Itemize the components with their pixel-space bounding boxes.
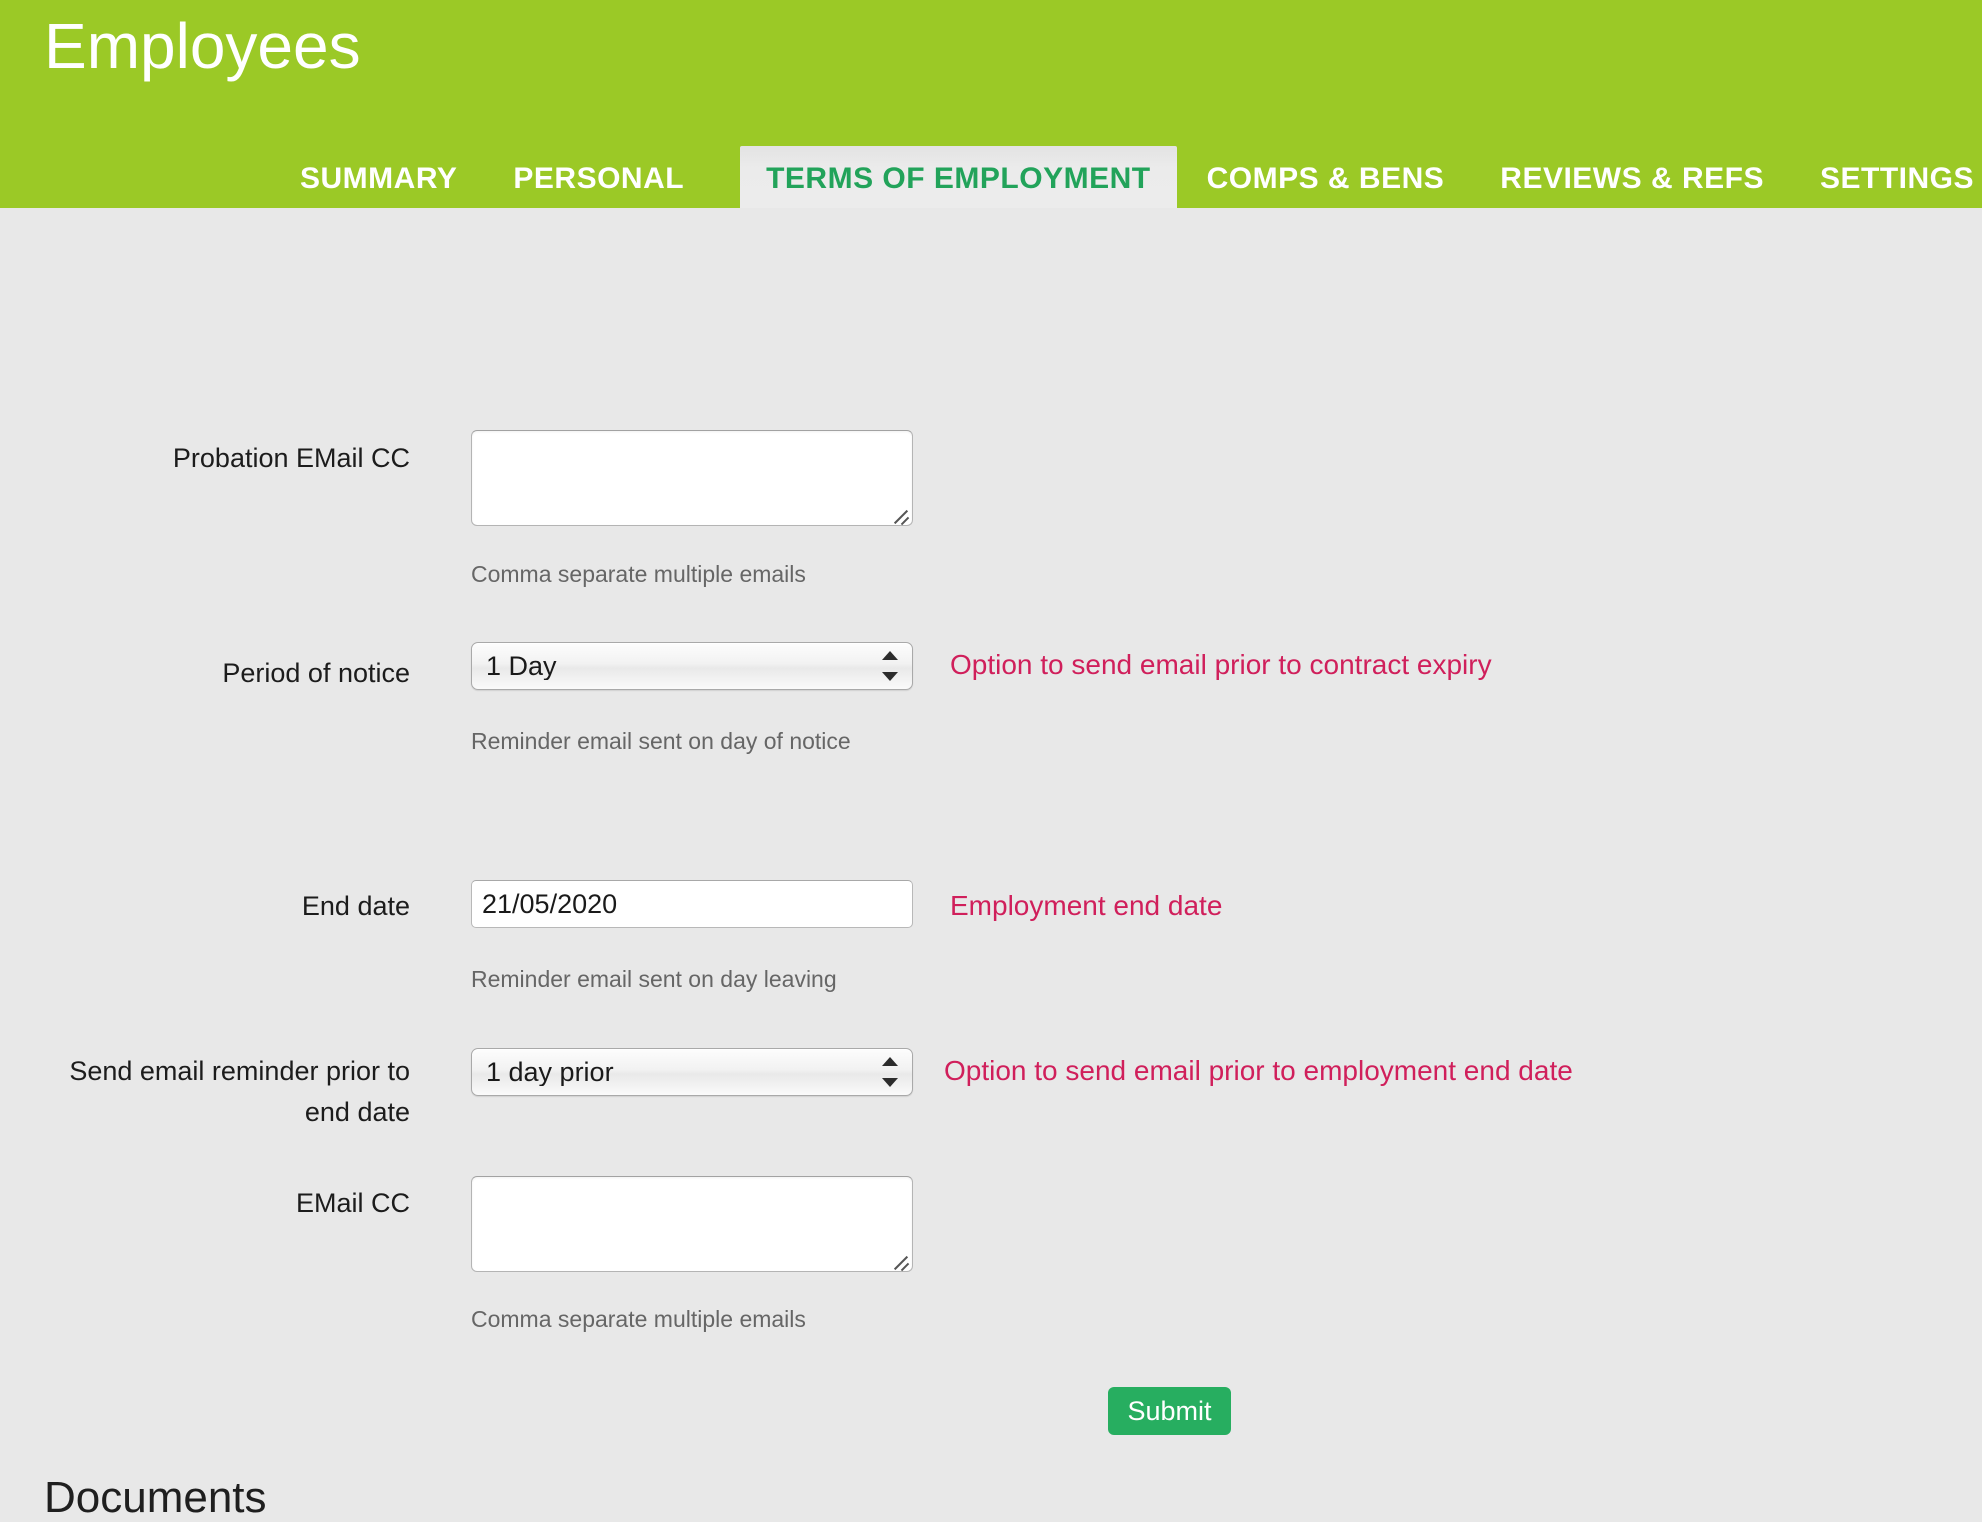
probation-email-cc-textarea[interactable] (471, 430, 913, 526)
end-date-input[interactable] (471, 880, 913, 928)
annotation-send-email-reminder: Option to send email prior to employment… (944, 1055, 1573, 1086)
documents-section-heading: Documents (44, 1473, 267, 1522)
period-of-notice-select[interactable]: 1 Day (471, 642, 913, 690)
hint-probation-email-cc: Comma separate multiple emails (471, 561, 806, 587)
tab-reviews-and-refs[interactable]: REVIEWS & REFS (1500, 164, 1764, 208)
label-email-cc: EMail CC (295, 1188, 410, 1218)
submit-button[interactable]: Submit (1108, 1387, 1231, 1435)
tab-personal[interactable]: PERSONAL (513, 164, 684, 208)
hint-email-cc: Comma separate multiple emails (471, 1306, 806, 1332)
label-probation-email-cc: Probation EMail CC (172, 443, 410, 473)
tab-terms-of-employment[interactable]: TERMS OF EMPLOYMENT (740, 146, 1177, 208)
hint-end-date: Reminder email sent on day leaving (471, 966, 837, 992)
email-cc-textarea[interactable] (471, 1176, 913, 1272)
hint-period-of-notice: Reminder email sent on day of notice (471, 728, 851, 754)
page-title: Employees (44, 10, 361, 82)
tab-bar: SUMMARY PERSONAL TERMS OF EMPLOYMENT COM… (0, 146, 1982, 208)
chevron-updown-icon (882, 649, 898, 683)
tab-settings[interactable]: SETTINGS (1820, 164, 1974, 208)
tab-summary[interactable]: SUMMARY (300, 164, 457, 208)
label-end-date: End date (301, 891, 410, 921)
tab-comps-and-bens[interactable]: COMPS & BENS (1207, 164, 1445, 208)
label-period-of-notice: Period of notice (222, 658, 410, 688)
send-email-reminder-value: 1 day prior (486, 1058, 614, 1086)
period-of-notice-value: 1 Day (486, 652, 557, 680)
chevron-updown-icon (882, 1055, 898, 1089)
annotation-period-of-notice: Option to send email prior to contract e… (950, 649, 1492, 680)
annotation-end-date: Employment end date (950, 890, 1223, 921)
label-send-email-reminder: Send email reminder prior to end date (69, 1056, 410, 1127)
send-email-reminder-select[interactable]: 1 day prior (471, 1048, 913, 1096)
form-content: Probation EMail CC Comma separate multip… (0, 208, 1982, 1520)
page-header: Employees SUMMARY PERSONAL TERMS OF EMPL… (0, 0, 1982, 208)
